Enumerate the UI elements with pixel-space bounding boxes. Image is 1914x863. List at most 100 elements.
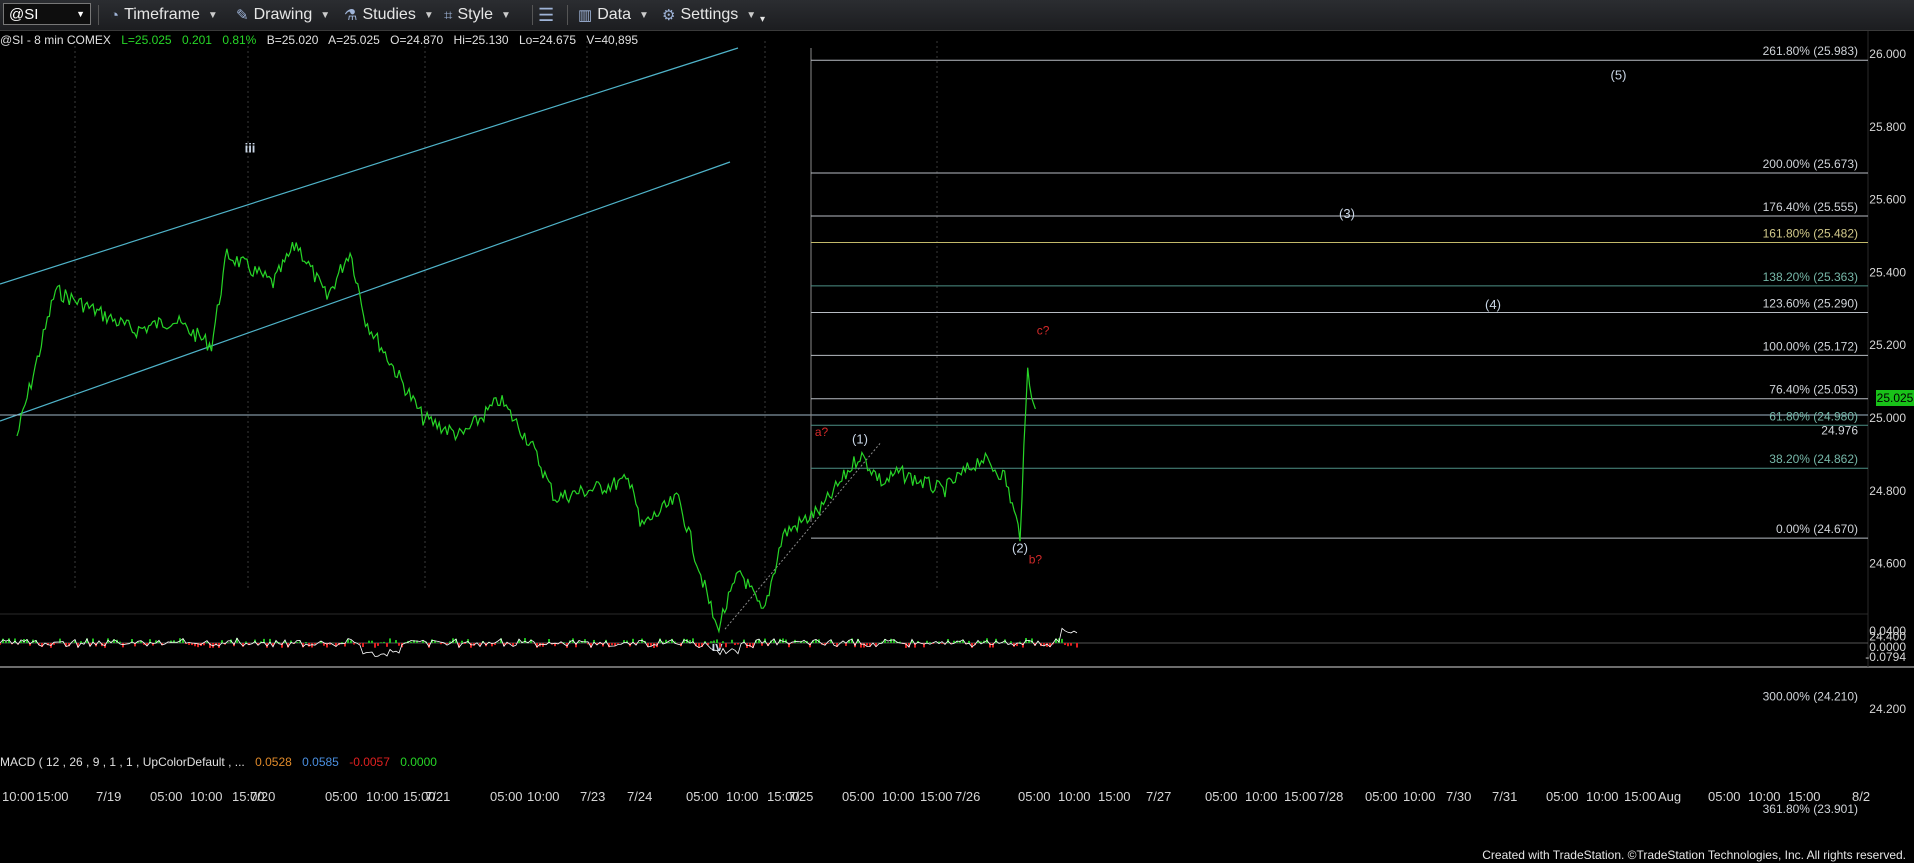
x-tick-label: 15:00 <box>1624 789 1657 804</box>
pct-change: 0.81% <box>222 33 257 47</box>
fib-level-label: 300.00% (24.210) <box>1763 690 1858 704</box>
chevron-down-icon[interactable]: ▼ <box>76 9 85 19</box>
data-menu[interactable]: ▥ Data ▼ <box>578 4 649 26</box>
symbol-title: @SI - 8 min COMEX <box>0 33 111 47</box>
x-tick-label: 7/30 <box>1446 789 1471 804</box>
x-tick-label: 7/25 <box>788 789 813 804</box>
x-tick-label: 7/19 <box>96 789 121 804</box>
x-tick-label: 15:00 <box>1098 789 1131 804</box>
toolbar-overflow-chevron[interactable]: ▾ <box>760 8 765 30</box>
chevron-down-icon: ▼ <box>320 9 331 21</box>
x-tick-label: 15:00 <box>1284 789 1317 804</box>
symbol-input[interactable]: @SI ▼ <box>3 3 91 25</box>
chevron-down-icon: ▼ <box>207 9 218 21</box>
x-tick-label: 05:00 <box>842 789 875 804</box>
chevron-down-icon: ▼ <box>423 9 434 21</box>
x-tick-label: 05:00 <box>1708 789 1741 804</box>
drawing-menu[interactable]: ✎ Drawing ▼ <box>236 4 330 26</box>
wave-label: (2) <box>1012 541 1028 556</box>
chevron-down-icon: ▼ <box>638 9 649 21</box>
x-tick-label: 15:00 <box>920 789 953 804</box>
price-chart[interactable]: 26.000 25.800 25.600 25.400 25.200 25.000 24.8… <box>0 31 1914 863</box>
style-icon: ⌗ <box>444 6 453 24</box>
y-tick-label: 25.000 <box>1869 411 1906 425</box>
timeframe-label: Timeframe <box>124 6 200 23</box>
settings-menu[interactable]: ⚙ Settings ▼ <box>662 4 756 26</box>
x-tick-label: 10:00 <box>1403 789 1436 804</box>
timeframe-menu[interactable]: ◔ Timeframe ▼ <box>110 4 218 26</box>
x-tick-label: 7/27 <box>1146 789 1171 804</box>
chevron-down-icon: ▾ <box>760 13 766 25</box>
chevron-down-icon: ▼ <box>501 9 511 21</box>
fib-level-label: 176.40% (25.555) <box>1763 200 1858 214</box>
fib-level-label: 161.80% (25.482) <box>1763 227 1858 241</box>
x-tick-label: 10:00 <box>1245 789 1278 804</box>
x-tick-label: 7/21 <box>425 789 450 804</box>
wave-label: iii <box>245 140 256 155</box>
x-tick-label: 05:00 <box>1546 789 1579 804</box>
x-tick-label: Aug <box>1658 789 1681 804</box>
x-tick-label: 05:00 <box>150 789 183 804</box>
price-series-line <box>16 241 1036 634</box>
x-tick-label: 10:00 <box>1586 789 1619 804</box>
style-menu[interactable]: ⌗ Style ▼ <box>444 4 511 26</box>
toolbar-separator <box>567 5 568 25</box>
fib-level-label: 100.00% (25.172) <box>1763 339 1858 353</box>
macd-scale-label: -0.0794 <box>1865 650 1906 664</box>
fib-level-label: 138.20% (25.363) <box>1763 270 1858 284</box>
macd-info-line: MACD ( 12 , 26 , 9 , 1 , 1 , UpColorDefa… <box>0 755 444 769</box>
y-tick-label: 26.000 <box>1869 47 1906 61</box>
y-tick-label: 25.200 <box>1869 338 1906 352</box>
fib-level-label: 38.20% (24.862) <box>1769 452 1858 466</box>
wave-label: (1) <box>852 431 868 446</box>
x-tick-label: 05:00 <box>1205 789 1238 804</box>
wave-label: (3) <box>1339 206 1355 221</box>
last-price-tag: 25.025 <box>1876 390 1914 406</box>
price-marker-label: 24.976 <box>1821 423 1858 437</box>
wave-label: (5) <box>1611 67 1627 82</box>
x-tick-label: 05:00 <box>490 789 523 804</box>
macd-zero-value: 0.0000 <box>400 755 437 769</box>
x-tick-label: 10:00 <box>366 789 399 804</box>
channel-lower-line <box>0 161 731 422</box>
channel-upper-line <box>0 47 739 285</box>
x-tick-label: 15:00 <box>1788 789 1821 804</box>
drawing-label: Drawing <box>253 6 313 23</box>
fib-level-label: 123.60% (25.290) <box>1763 296 1858 310</box>
fib-level-label: 61.80% (24.980) <box>1769 409 1858 423</box>
wave-label-tentative: a? <box>815 425 829 439</box>
x-tick-label: 10:00 <box>1058 789 1091 804</box>
fib-level-label: 361.80% (23.901) <box>1763 802 1858 816</box>
layout-icon: ☰ <box>538 4 555 25</box>
macd-signal-value: 0.0585 <box>302 755 339 769</box>
x-tick-label: 10:00 <box>2 789 35 804</box>
last-price: L=25.025 <box>121 33 172 47</box>
low-price: Lo=24.675 <box>518 33 576 47</box>
x-tick-label: 05:00 <box>325 789 358 804</box>
ask-price: A=25.025 <box>328 33 380 47</box>
y-tick-label: 25.600 <box>1869 193 1906 207</box>
studies-menu[interactable]: ⚗ Studies ▼ <box>344 4 434 26</box>
data-label: Data <box>597 6 631 23</box>
x-tick-label: 7/31 <box>1492 789 1517 804</box>
toolbar-separator <box>532 5 533 25</box>
pencil-icon: ✎ <box>236 7 249 24</box>
x-tick-label: 7/24 <box>627 789 652 804</box>
studies-label: Studies <box>362 6 416 23</box>
flask-icon: ⚗ <box>344 7 358 24</box>
x-tick-label: 7/26 <box>955 789 980 804</box>
y-tick-label: 24.600 <box>1869 557 1906 571</box>
wave-label-tentative: b? <box>1029 553 1043 567</box>
gear-icon: ⚙ <box>662 7 676 24</box>
macd-value: 0.0528 <box>255 755 292 769</box>
high-price: Hi=25.130 <box>453 33 509 47</box>
y-tick-label: 24.200 <box>1869 702 1906 716</box>
y-tick-label: 24.800 <box>1869 484 1906 498</box>
fib-level-label: 76.40% (25.053) <box>1769 383 1858 397</box>
x-tick-label: 05:00 <box>1365 789 1398 804</box>
x-tick-label: 10:00 <box>527 789 560 804</box>
x-tick-label: 8/2 <box>1852 789 1870 804</box>
layout-button[interactable]: ☰ <box>538 4 559 26</box>
x-tick-label: 7/23 <box>580 789 605 804</box>
fib-level-label: 200.00% (25.673) <box>1763 157 1858 171</box>
